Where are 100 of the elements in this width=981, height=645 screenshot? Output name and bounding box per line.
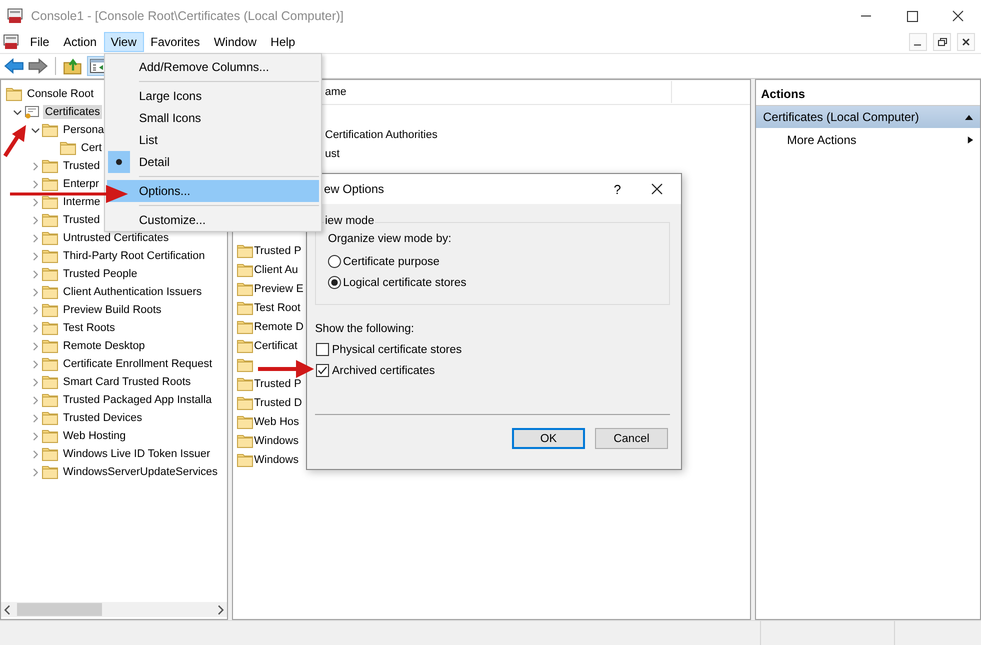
folder-icon <box>42 195 58 209</box>
collapsed-chevron-icon[interactable] <box>30 162 40 170</box>
collapsed-chevron-icon[interactable] <box>30 450 40 458</box>
checkbox[interactable] <box>316 364 329 377</box>
restore-icon[interactable] <box>933 33 951 51</box>
folder-icon <box>42 393 58 407</box>
group-title: iew mode <box>324 215 376 227</box>
menu-option[interactable]: Small Icons <box>107 107 319 129</box>
list-item[interactable]: Test Root <box>254 302 300 314</box>
folder-up-icon[interactable] <box>63 57 83 75</box>
folder-icon <box>237 338 253 352</box>
radio-bullet-icon <box>108 151 130 173</box>
tree-item[interactable]: Trusted People <box>61 267 140 281</box>
tree-item[interactable]: Certificates <box>43 105 102 119</box>
menu-item[interactable]: View <box>104 32 144 52</box>
list-item[interactable]: Windows <box>254 454 299 466</box>
collapsed-chevron-icon[interactable] <box>30 216 40 224</box>
list-item[interactable]: Preview E <box>254 282 304 294</box>
menu-item[interactable]: Favorites <box>144 32 207 52</box>
help-button[interactable]: ? <box>614 182 621 196</box>
tree-item[interactable]: Client Authentication Issuers <box>61 285 204 299</box>
tree-item[interactable]: Interme <box>61 195 102 209</box>
tree-item[interactable]: Enterpr <box>61 177 102 191</box>
tree-item[interactable]: Untrusted Certificates <box>61 231 171 245</box>
tree-item[interactable]: Trusted Packaged App Installa <box>61 393 214 407</box>
collapsed-chevron-icon[interactable] <box>30 252 40 260</box>
menu-option[interactable]: List <box>107 129 319 151</box>
list-item[interactable]: Web Hos <box>254 416 300 428</box>
tree-item[interactable]: Console Root <box>25 87 96 101</box>
tree-item[interactable]: Smart Card Trusted Roots <box>61 375 193 389</box>
tree-item[interactable]: Certificate Enrollment Request <box>61 357 214 371</box>
minimize-icon[interactable] <box>909 33 927 51</box>
list-item[interactable]: Certificat <box>254 340 298 352</box>
collapsed-chevron-icon[interactable] <box>30 306 40 314</box>
menu-option[interactable]: Options... <box>107 180 319 202</box>
collapsed-chevron-icon[interactable] <box>30 378 40 386</box>
collapsed-chevron-icon[interactable] <box>30 414 40 422</box>
tree-item[interactable]: Trusted <box>61 159 102 173</box>
tree-item[interactable]: Web Hosting <box>61 429 128 443</box>
menu-option[interactable]: Large Icons <box>107 85 319 107</box>
radio-label[interactable]: Logical certificate stores <box>343 276 466 288</box>
tree-item[interactable]: WindowsServerUpdateServices <box>61 465 220 479</box>
collapsed-chevron-icon[interactable] <box>30 468 40 476</box>
folder-icon <box>42 249 58 263</box>
collapsed-chevron-icon[interactable] <box>30 270 40 278</box>
tree-item[interactable]: Cert <box>79 141 104 155</box>
collapsed-chevron-icon[interactable] <box>30 396 40 404</box>
close-icon[interactable] <box>651 183 663 195</box>
collapsed-chevron-icon[interactable] <box>30 288 40 296</box>
folder-icon <box>237 452 253 466</box>
collapsed-chevron-icon[interactable] <box>30 180 40 188</box>
list-item[interactable]: Trusted D <box>254 396 302 408</box>
back-arrow-icon[interactable] <box>4 57 24 75</box>
tree-item[interactable]: Remote Desktop <box>61 339 147 353</box>
list-item[interactable]: Certification Authorities <box>325 126 750 145</box>
radio-button[interactable] <box>328 276 341 289</box>
actions-section-bar[interactable]: Certificates (Local Computer) <box>756 106 980 128</box>
folder-icon <box>42 375 58 389</box>
collapse-triangle-icon[interactable] <box>964 113 974 121</box>
forward-arrow-icon[interactable] <box>28 57 48 75</box>
submenu-triangle-icon[interactable] <box>967 135 974 145</box>
horizontal-scrollbar[interactable] <box>1 602 227 617</box>
checkbox-label[interactable]: Archived certificates <box>332 364 435 376</box>
radio-label[interactable]: Certificate purpose <box>343 256 440 268</box>
menu-item[interactable]: Help <box>264 32 302 52</box>
menu-item[interactable]: Window <box>206 32 264 52</box>
folder-icon <box>60 141 76 155</box>
list-item[interactable]: Windows <box>254 434 299 446</box>
menu-option[interactable]: Add/Remove Columns... <box>107 56 319 78</box>
checkbox[interactable] <box>316 343 329 356</box>
list-item[interactable]: Remote D <box>254 320 304 332</box>
tree-item[interactable]: Third-Party Root Certification <box>61 249 207 263</box>
radio-button[interactable] <box>328 255 341 268</box>
list-item[interactable]: Trusted P <box>254 378 302 390</box>
list-item[interactable]: Client Au <box>254 264 298 276</box>
collapsed-chevron-icon[interactable] <box>30 432 40 440</box>
list-item[interactable]: Trusted P <box>254 244 302 256</box>
tree-item[interactable]: Preview Build Roots <box>61 303 164 317</box>
tree-item[interactable]: Persona <box>61 123 106 137</box>
menu-option[interactable]: Detail <box>107 151 319 173</box>
tree-item[interactable]: Test Roots <box>61 321 117 335</box>
menu-item[interactable]: File <box>23 32 56 52</box>
collapsed-chevron-icon[interactable] <box>30 234 40 242</box>
cancel-button[interactable]: Cancel <box>595 428 668 449</box>
folder-icon <box>42 321 58 335</box>
checkbox-label[interactable]: Physical certificate stores <box>332 344 462 356</box>
collapsed-chevron-icon[interactable] <box>30 198 40 206</box>
expanded-chevron-icon[interactable] <box>12 108 22 116</box>
menu-item[interactable]: Action <box>56 32 104 52</box>
tree-item[interactable]: Windows Live ID Token Issuer <box>61 447 212 461</box>
ok-button[interactable]: OK <box>512 428 585 449</box>
tree-item[interactable]: Trusted <box>61 213 102 227</box>
collapsed-chevron-icon[interactable] <box>30 342 40 350</box>
expanded-chevron-icon[interactable] <box>30 126 40 134</box>
collapsed-chevron-icon[interactable] <box>30 360 40 368</box>
tree-item[interactable]: Trusted Devices <box>61 411 144 425</box>
collapsed-chevron-icon[interactable] <box>30 324 40 332</box>
menu-option[interactable]: Customize... <box>107 209 319 231</box>
action-link[interactable]: More Actions <box>787 133 856 147</box>
list-item[interactable]: ust <box>325 145 750 164</box>
